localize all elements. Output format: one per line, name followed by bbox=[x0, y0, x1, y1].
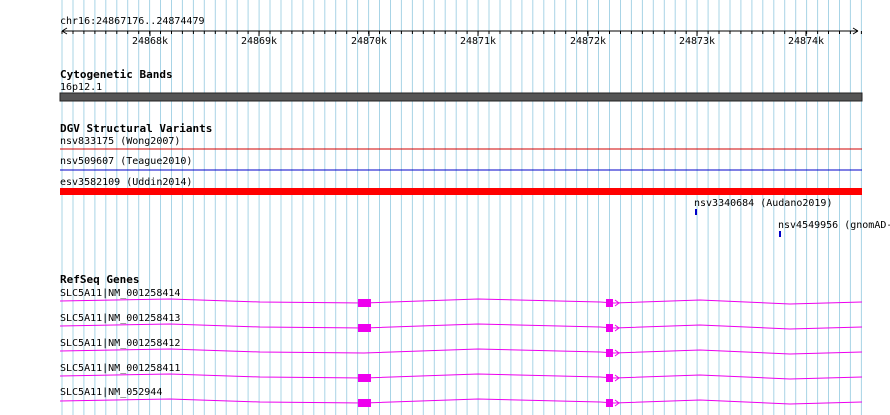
variant-label: nsv509607 (Teague2010) bbox=[60, 156, 192, 167]
transcript-label: SLC5A11|NM_052944 bbox=[60, 387, 162, 398]
transcript-intron-line[interactable] bbox=[59, 298, 863, 305]
dgv-track-title: DGV Structural Variants bbox=[60, 122, 212, 135]
cytoband-track-title: Cytogenetic Bands bbox=[60, 68, 173, 81]
ruler-tick-labels: 24868k 24869k 24870k 24871k 24872k 24873… bbox=[132, 31, 824, 47]
genome-browser-view: chr16:24867176..24874479 24868k 24869k 2… bbox=[0, 0, 890, 415]
exon[interactable] bbox=[606, 374, 613, 382]
variant-label: esv3582109 (Uddin2014) bbox=[60, 177, 192, 188]
refseq-track[interactable]: RefSeq Genes SLC5A11|NM_001258414 SLC5A1… bbox=[59, 273, 863, 407]
transcript-intron-line[interactable] bbox=[59, 348, 863, 355]
ruler-tick-label: 24868k bbox=[132, 36, 168, 47]
transcript-intron-line[interactable] bbox=[59, 323, 863, 330]
variant-feature[interactable] bbox=[695, 209, 697, 215]
ruler-tick-label: 24870k bbox=[351, 36, 387, 47]
transcript-intron-line[interactable] bbox=[59, 373, 863, 380]
ruler-tick-label: 24869k bbox=[241, 36, 277, 47]
transcript-intron-line[interactable] bbox=[59, 398, 863, 405]
transcript-label: SLC5A11|NM_001258413 bbox=[60, 313, 180, 324]
cytoband-track[interactable]: Cytogenetic Bands 16p12.1 bbox=[59, 68, 863, 102]
variant-label: nsv3340684 (Audano2019) bbox=[694, 198, 832, 209]
variant-feature[interactable] bbox=[60, 188, 862, 195]
transcript-label: SLC5A11|NM_001258411 bbox=[60, 363, 180, 374]
exon[interactable] bbox=[606, 324, 613, 332]
exon[interactable] bbox=[358, 374, 371, 382]
locus-label: chr16:24867176..24874479 bbox=[60, 16, 205, 27]
transcript-label: SLC5A11|NM_001258414 bbox=[60, 288, 180, 299]
variant-feature[interactable] bbox=[779, 231, 781, 237]
exon[interactable] bbox=[358, 399, 371, 407]
variant-label: nsv4549956 (gnomAD-SV) bbox=[778, 220, 890, 231]
ruler-tick-label: 24873k bbox=[679, 36, 715, 47]
transcript-label: SLC5A11|NM_001258412 bbox=[60, 338, 180, 349]
cytoband-label: 16p12.1 bbox=[60, 82, 102, 93]
exon[interactable] bbox=[606, 399, 613, 407]
dgv-track[interactable]: DGV Structural Variants nsv833175 (Wong2… bbox=[60, 122, 890, 237]
variant-label: nsv833175 (Wong2007) bbox=[60, 136, 180, 147]
ruler-tick-label: 24874k bbox=[788, 36, 824, 47]
exon[interactable] bbox=[606, 299, 613, 307]
ruler-tick-label: 24871k bbox=[460, 36, 496, 47]
refseq-track-title: RefSeq Genes bbox=[60, 273, 139, 286]
cytoband-bar[interactable] bbox=[59, 92, 863, 102]
exon[interactable] bbox=[358, 299, 371, 307]
exon[interactable] bbox=[358, 324, 371, 332]
ruler-tick-label: 24872k bbox=[570, 36, 606, 47]
exon[interactable] bbox=[606, 349, 613, 357]
